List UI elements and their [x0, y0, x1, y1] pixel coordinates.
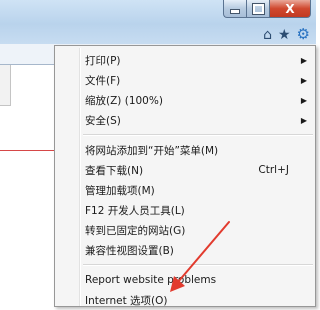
annotation-arrow: [170, 221, 230, 292]
